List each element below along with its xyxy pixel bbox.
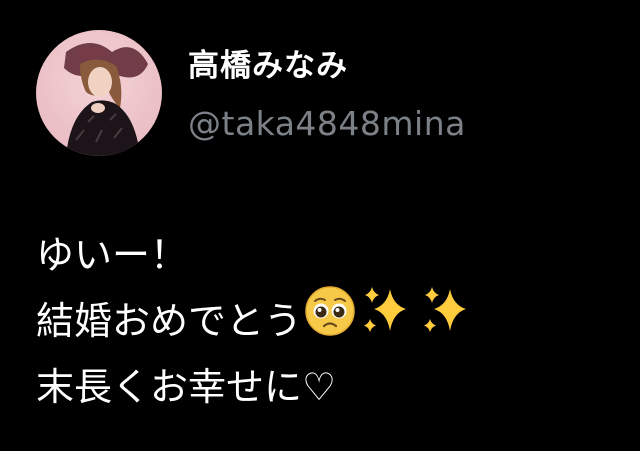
tweet-card: 高橋みなみ @taka4848mina ゆいー！ 結婚おめでとう 末長くお幸せに… [0,0,640,451]
avatar[interactable] [36,30,162,156]
pleading-face-icon [304,285,356,357]
tweet-line-3: 末長くお幸せに♡ [36,354,626,420]
tweet-line-text: 結婚おめでとう [36,299,303,343]
tweet-text: ゆいー！ 結婚おめでとう 末長くお幸せに♡ [36,222,626,420]
tweet-line-text: 末長くお幸せに♡ [36,365,337,409]
tweet-line-1: ゆいー！ [36,222,626,288]
tweet-line-text: ゆいー！ [36,233,189,277]
tweet-line-2: 結婚おめでとう [36,285,626,357]
sparkles-icon [420,285,476,357]
profile-photo [36,30,162,156]
author-display-name[interactable]: 高橋みなみ [188,40,348,85]
author-handle[interactable]: @taka4848mina [188,104,466,143]
sparkles-icon [360,285,416,357]
